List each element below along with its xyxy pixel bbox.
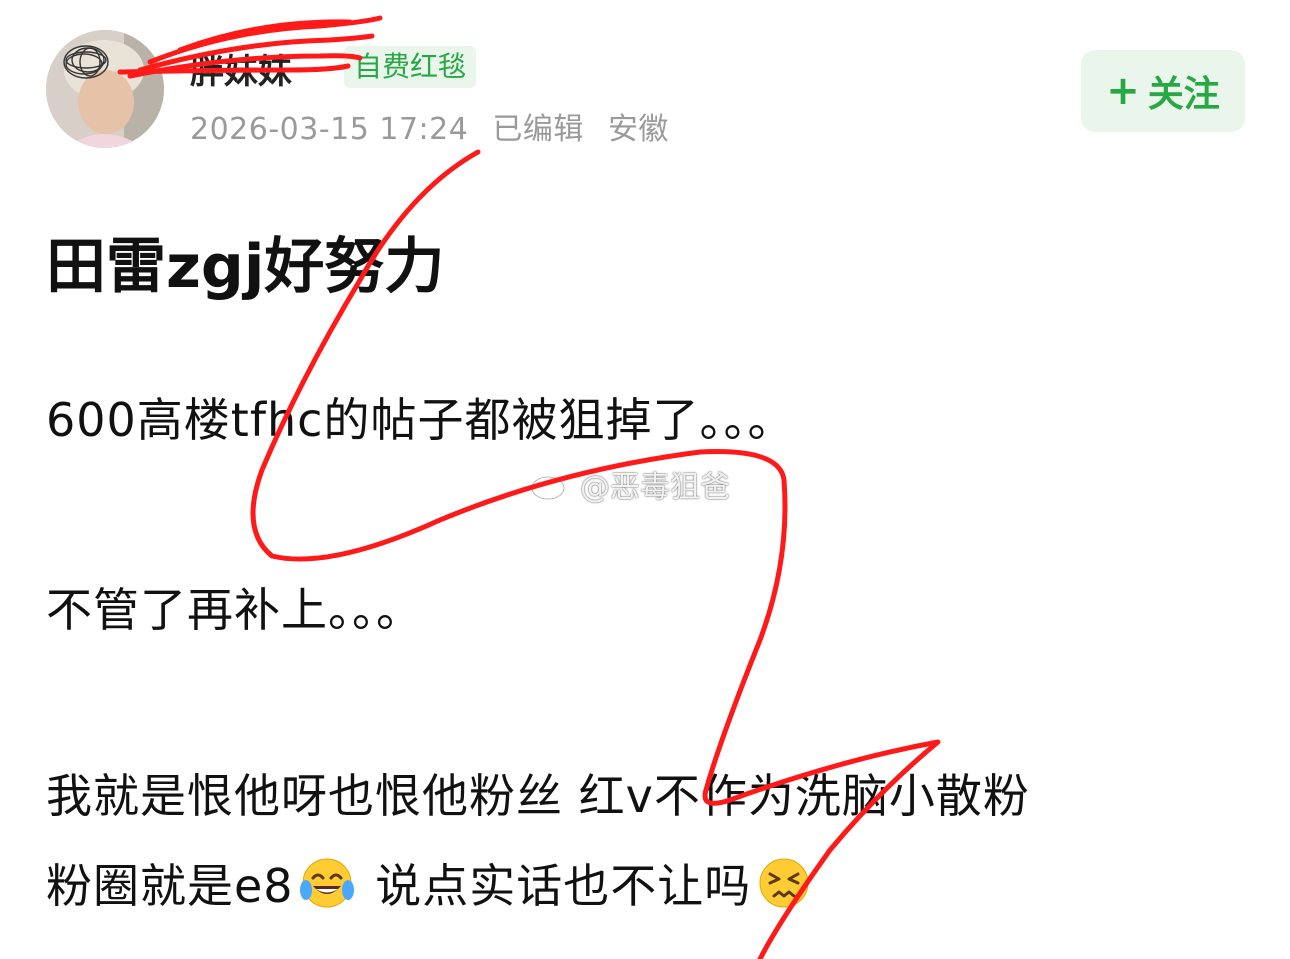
tears-of-joy-emoji: [298, 854, 356, 912]
follow-button[interactable]: + 关注: [1081, 50, 1245, 132]
plus-icon: +: [1106, 68, 1140, 114]
avatar[interactable]: [46, 30, 164, 148]
post-location: 安徽: [607, 112, 669, 147]
weibo-watermark: @恶毒狙爸: [530, 462, 730, 506]
post-paragraph: 不管了再补上。。。: [46, 583, 423, 637]
post-text-fragment: 粉圈就是e8: [46, 859, 294, 913]
post-timestamp: 2026-03-15 17:24: [190, 112, 469, 147]
post-text-fragment: 说点实话也不让吗: [359, 859, 752, 913]
follow-label: 关注: [1147, 74, 1220, 115]
post-meta: 2026-03-15 17:24 已编辑 安徽: [190, 104, 683, 148]
watermark-text: @恶毒狙爸: [580, 470, 730, 505]
author-badge: 自费红毯: [344, 46, 477, 88]
avatar-image: [46, 30, 164, 148]
post-title: 田雷zgj好努力: [46, 232, 445, 302]
post-paragraph: 粉圈就是e8 说点实话也不让吗: [46, 850, 817, 916]
author-name[interactable]: 胖妹妹: [190, 44, 292, 93]
edited-label: 已编辑: [492, 112, 584, 147]
post-paragraph: 我就是恨他呀也恨他粉丝 红v不作为洗脑小散粉: [46, 769, 1030, 823]
persevering-face-emoji: [755, 854, 813, 912]
post-paragraph: 600高楼tfhc的帖子都被狙掉了。。。: [46, 393, 795, 447]
weibo-icon: [530, 466, 574, 501]
post-header: 胖妹妹 自费红毯 2026-03-15 17:24 已编辑 安徽 + 关注: [0, 0, 1290, 160]
